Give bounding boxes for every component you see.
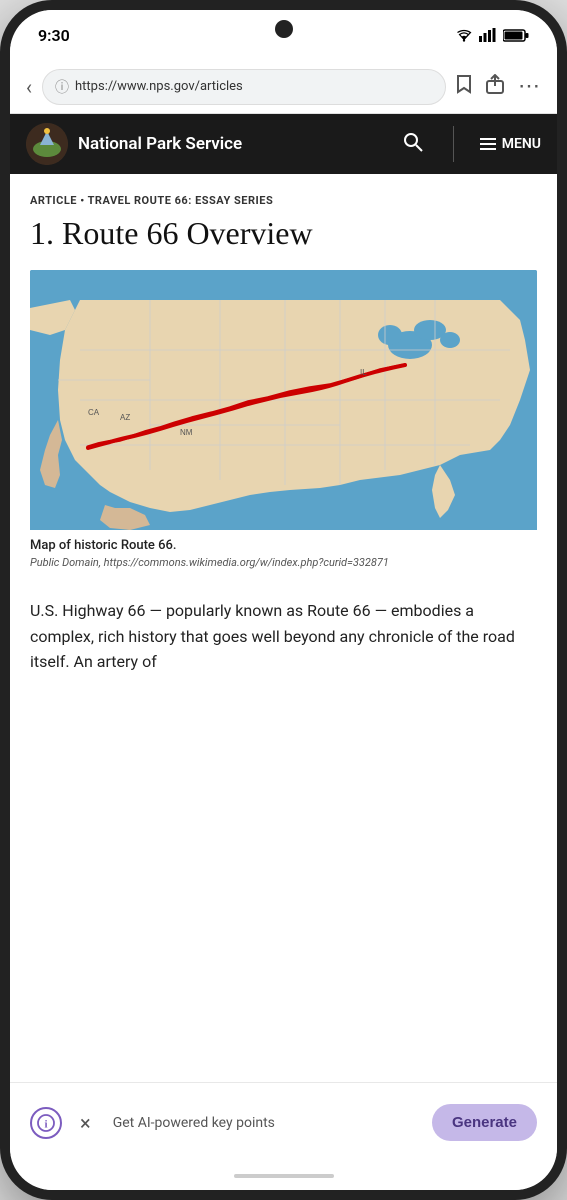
svg-text:CA: CA — [88, 408, 100, 417]
article-title: 1. Route 66 Overview — [30, 215, 537, 252]
home-indicator — [10, 1162, 557, 1190]
nav-divider — [453, 126, 454, 162]
ai-label: Get AI-powered key points — [113, 1115, 422, 1131]
article-tag: ARTICLE • TRAVEL ROUTE 66: ESSAY SERIES — [30, 194, 537, 207]
status-time: 9:30 — [38, 26, 70, 45]
home-bar — [234, 1174, 334, 1178]
article-body-text: U.S. Highway 66 — popularly known as Rou… — [30, 598, 537, 675]
generate-button[interactable]: Generate — [432, 1104, 537, 1141]
close-button[interactable]: × — [72, 1107, 99, 1139]
bookmark-button[interactable] — [456, 74, 472, 99]
map-caption: Map of historic Route 66. — [30, 538, 537, 553]
battery-icon — [503, 29, 529, 42]
signal-icon — [479, 28, 497, 42]
url-text: https://www.nps.gov/articles — [75, 79, 433, 94]
back-button[interactable]: ‹ — [26, 75, 32, 99]
nps-nav-bar: National Park Service MENU — [10, 114, 557, 174]
nps-title: National Park Service — [78, 134, 393, 154]
article-content: ARTICLE • TRAVEL ROUTE 66: ESSAY SERIES … — [10, 174, 557, 1082]
map-container: IL NM AZ CA Map of historic Route 66. Pu… — [30, 270, 537, 588]
status-icons — [455, 28, 529, 42]
phone-frame: 9:30 ‹ — [0, 0, 567, 1200]
nps-search-button[interactable] — [403, 132, 423, 157]
svg-text:NM: NM — [180, 428, 193, 437]
menu-lines-icon — [480, 138, 496, 150]
nps-menu-button[interactable]: MENU — [468, 136, 541, 152]
more-button[interactable]: ⋯ — [518, 74, 541, 99]
url-bar[interactable]: ⓘ https://www.nps.gov/articles — [42, 69, 446, 105]
browser-actions: ⋯ — [456, 74, 541, 99]
bottom-ai-bar: i × Get AI-powered key points Generate — [10, 1082, 557, 1162]
svg-text:i: i — [44, 1118, 47, 1130]
map-credit: Public Domain, https://commons.wikimedia… — [30, 555, 537, 570]
share-button[interactable] — [486, 74, 504, 99]
nps-logo — [26, 123, 68, 165]
browser-bar: ‹ ⓘ https://www.nps.gov/articles ⋯ — [10, 60, 557, 114]
url-info-icon: ⓘ — [55, 77, 69, 97]
camera-notch — [275, 20, 293, 38]
svg-text:AZ: AZ — [120, 413, 130, 422]
svg-text:IL: IL — [360, 368, 367, 377]
route66-map: IL NM AZ CA — [30, 270, 537, 530]
menu-label: MENU — [502, 136, 541, 152]
ai-info-icon: i — [30, 1107, 62, 1139]
wifi-icon — [455, 29, 473, 42]
